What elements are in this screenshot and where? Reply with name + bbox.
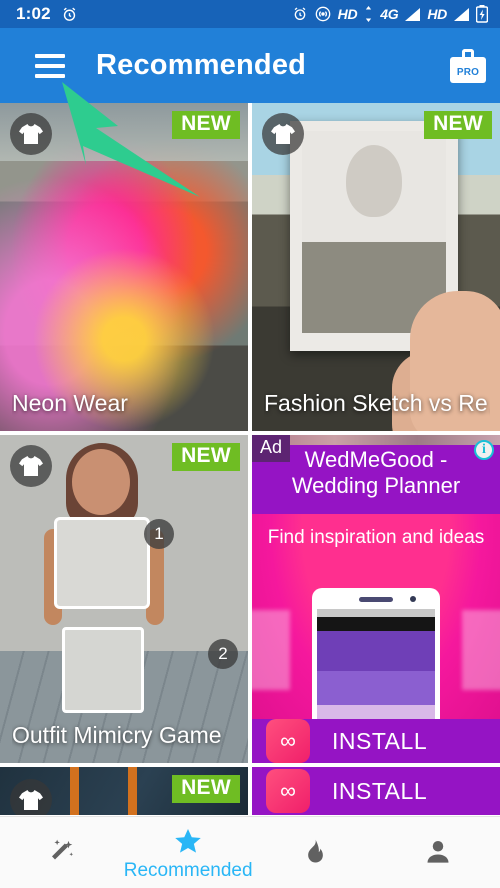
nav-item-recommended[interactable]: Recommended: [124, 817, 253, 888]
tshirt-icon: [10, 113, 52, 155]
page-title: Recommended: [96, 49, 307, 81]
status-badge-new: NEW: [424, 111, 492, 139]
person-icon: [423, 835, 453, 869]
bottom-navigation-bar: Recommended: [0, 816, 500, 888]
sketch-photo-inner: [302, 131, 446, 333]
status-bar-right: HD 4G HD: [292, 5, 490, 23]
app-bar: Recommended PRO: [0, 28, 500, 103]
ad-creative: Find inspiration and ideas: [252, 513, 500, 726]
tshirt-icon: [10, 779, 52, 815]
feed-card-fashion-sketch[interactable]: NEW Fashion Sketch vs Re…: [252, 103, 500, 431]
briefcase-pro-icon[interactable]: PRO: [450, 48, 486, 83]
battery-charging-icon: [475, 5, 489, 23]
card-title: Outfit Mimicry Game: [12, 722, 222, 748]
hamburger-menu-icon[interactable]: [28, 44, 72, 88]
status-bar-left: 1:02: [10, 4, 78, 24]
outfit-top-garment: [54, 517, 150, 609]
hd-icon-2: HD: [427, 6, 447, 22]
flame-icon: [300, 835, 328, 869]
status-badge-new: NEW: [172, 775, 240, 803]
phone-speaker: [359, 596, 393, 602]
install-button-label: INSTALL: [332, 727, 428, 754]
wedmegood-logo-icon: ∞: [266, 719, 310, 763]
ad-install-bar[interactable]: ∞ INSTALL: [252, 719, 500, 763]
status-badge-new: NEW: [172, 111, 240, 139]
outfit-bottom-garment: [62, 627, 144, 713]
outfit-head: [72, 449, 130, 515]
alarm-clock-icon-2: [292, 6, 308, 22]
alarm-clock-icon: [61, 6, 78, 23]
card-title: Neon Wear: [12, 390, 128, 416]
feed-card-outfit-mimicry[interactable]: NEW 1 2 Outfit Mimicry Game: [0, 435, 248, 763]
nav-item-effects[interactable]: [0, 817, 124, 888]
ad-side-preview-left: [252, 609, 290, 690]
ad-subhead: Find inspiration and ideas: [267, 526, 485, 548]
ad-info-icon[interactable]: i: [474, 440, 494, 460]
hamburger-line-3: [35, 73, 65, 78]
status-bar: 1:02 HD 4G HD: [0, 0, 500, 28]
recommended-feed-grid: NEW Neon Wear NEW Fashion Sketch vs Re… …: [0, 103, 500, 828]
feed-row-3: NEW ∞ INSTALL: [0, 767, 500, 815]
tshirt-icon: [10, 445, 52, 487]
ad-phone-mockup: [312, 587, 440, 726]
sketch-face: [346, 145, 402, 217]
ad-install-bar-2[interactable]: ∞ INSTALL: [252, 767, 500, 815]
data-arrows-icon: [364, 6, 373, 22]
nav-item-trending[interactable]: [253, 817, 377, 888]
status-badge-new: NEW: [172, 443, 240, 471]
status-bar-clock: 1:02: [16, 4, 51, 23]
phone-camera: [410, 595, 416, 602]
feed-card-partial-left[interactable]: NEW: [0, 767, 248, 815]
outfit-model: [44, 443, 164, 749]
star-icon: [173, 824, 203, 858]
outfit-marker-2[interactable]: 2: [208, 639, 238, 669]
hamburger-line-2: [35, 63, 65, 68]
install-button-label-2: INSTALL: [332, 777, 428, 804]
signal-bars-icon-2: [454, 7, 469, 21]
card-title: Fashion Sketch vs Re…: [264, 390, 490, 416]
feed-row-1: NEW Neon Wear NEW Fashion Sketch vs Re…: [0, 103, 500, 431]
feed-card-neon-wear[interactable]: NEW Neon Wear: [0, 103, 248, 431]
feed-card-partial-right[interactable]: ∞ INSTALL: [252, 767, 500, 815]
signal-bars-icon-1: [405, 7, 421, 21]
ad-side-preview-right: [462, 609, 500, 690]
phone-screen: [317, 608, 435, 726]
network-4g-icon: 4G: [380, 6, 399, 22]
pro-label: PRO: [456, 66, 480, 78]
tshirt-icon: [262, 113, 304, 155]
ad-label: Ad: [252, 435, 291, 462]
nav-label-recommended: Recommended: [123, 859, 253, 881]
outfit-marker-1[interactable]: 1: [144, 519, 174, 549]
feed-row-2: NEW 1 2 Outfit Mimicry Game Ad i WedMeGo…: [0, 435, 500, 763]
wedmegood-logo-icon: ∞: [266, 769, 310, 813]
magic-wand-icon: [47, 835, 77, 869]
hamburger-line-1: [35, 53, 65, 58]
hotspot-icon: [315, 6, 331, 22]
hd-icon-1: HD: [337, 6, 358, 22]
app-root: 1:02 HD 4G HD Recommended PRO NEW Neon W…: [0, 0, 500, 888]
ad-card-wedmegood[interactable]: Ad i WedMeGood - Wedding Planner Find in…: [252, 435, 500, 763]
nav-item-profile[interactable]: [376, 817, 500, 888]
